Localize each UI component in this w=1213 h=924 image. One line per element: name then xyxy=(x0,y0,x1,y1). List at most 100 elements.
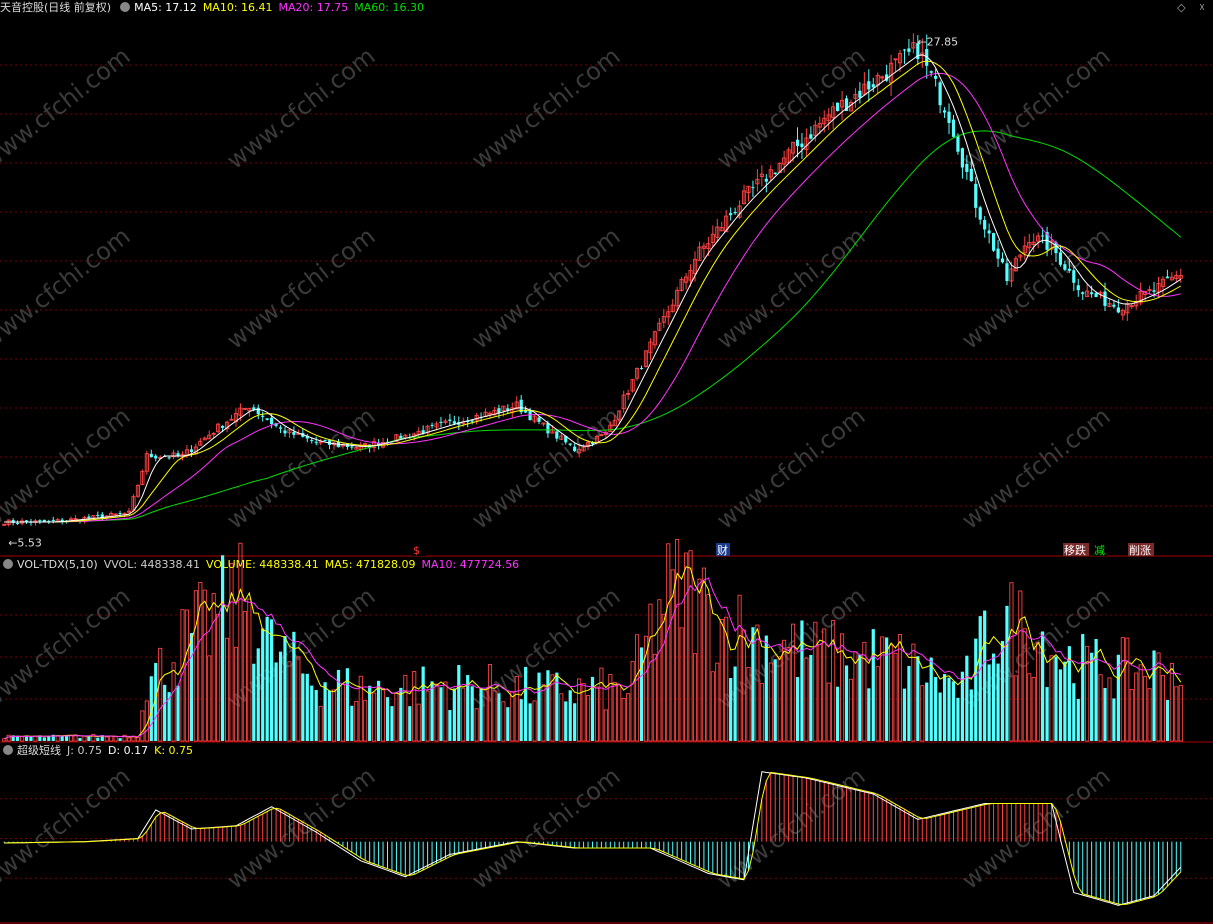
volume-value-label-0: VVOL: 448338.41 xyxy=(103,558,201,571)
watermark-text: www.cfchi.com xyxy=(466,582,625,715)
volume-bar xyxy=(942,674,947,741)
volume-bar xyxy=(893,652,898,742)
volume-bar xyxy=(1138,664,1143,742)
volume-settings-dot-icon[interactable] xyxy=(3,559,13,569)
candle-body xyxy=(118,513,122,515)
volume-bar xyxy=(126,737,132,742)
candle-body xyxy=(546,423,550,434)
volume-bar xyxy=(430,681,434,741)
volume-bar xyxy=(274,662,278,741)
volume-bar xyxy=(577,678,582,742)
volume-bar xyxy=(1005,605,1009,741)
candle-body xyxy=(947,111,951,123)
volume-bar xyxy=(532,700,537,742)
volume-bar xyxy=(176,685,180,741)
volume-bar xyxy=(461,687,466,742)
volume-bar xyxy=(804,657,809,742)
expand-diamond-icon[interactable]: ◇ xyxy=(1177,1,1185,14)
volume-bar xyxy=(421,666,425,741)
event-marker: 财 xyxy=(717,543,728,557)
volume-bar xyxy=(1063,661,1067,741)
volume-bar xyxy=(163,684,167,741)
volume-bar xyxy=(283,636,287,741)
volume-bar xyxy=(1000,640,1005,741)
volume-bar xyxy=(501,701,506,742)
candle-body xyxy=(1063,264,1067,270)
volume-bar xyxy=(109,735,114,742)
watermark-text: www.cfchi.com xyxy=(466,42,625,175)
watermark-text: www.cfchi.com xyxy=(466,762,625,895)
volume-bar xyxy=(688,550,693,742)
candle-body xyxy=(220,425,225,428)
volume-bar xyxy=(612,682,617,742)
volume-bar xyxy=(87,736,91,741)
candle-body xyxy=(978,207,982,220)
volume-bar xyxy=(24,736,29,741)
candle-body xyxy=(733,211,737,214)
volume-bar xyxy=(1125,637,1130,742)
volume-bar xyxy=(599,667,604,742)
volume-bar xyxy=(875,666,880,742)
candle-body xyxy=(568,443,572,445)
candle-body xyxy=(176,453,180,456)
volume-bar xyxy=(679,627,684,742)
volume-bar xyxy=(666,543,671,742)
volume-bar xyxy=(314,690,318,741)
candle-body xyxy=(1067,268,1071,271)
volume-bar xyxy=(1072,683,1076,741)
volume-value-label-3: MA10: 477724.56 xyxy=(421,558,520,571)
volume-bar xyxy=(278,651,283,741)
candle-body xyxy=(448,419,452,421)
volume-value-label-1: VOLUME: 448338.41 xyxy=(206,558,319,571)
volume-bar xyxy=(630,660,635,742)
candle-body xyxy=(524,410,528,413)
candle-body xyxy=(934,75,938,79)
volume-bar xyxy=(902,688,907,741)
volume-bar xyxy=(541,684,546,742)
candle-body xyxy=(956,135,960,152)
volume-bar xyxy=(380,688,386,742)
candlestick-group xyxy=(2,33,1183,527)
candle-body xyxy=(1076,285,1080,291)
volume-bar xyxy=(733,666,737,741)
volume-bar xyxy=(675,539,680,742)
watermark-text: www.cfchi.com xyxy=(956,402,1115,535)
volume-bar xyxy=(920,685,925,742)
stock-chart-canvas[interactable]: www.cfchi.com www.cfchi.com www.cfchi.com w… xyxy=(0,0,1213,924)
volume-bar xyxy=(759,683,764,742)
candle-body xyxy=(154,455,158,459)
volume-bar xyxy=(327,690,332,741)
volume-bar xyxy=(969,689,973,741)
candle-body xyxy=(800,143,804,148)
volume-bar xyxy=(113,735,118,742)
volume-bar xyxy=(403,674,408,742)
volume-bar xyxy=(987,664,991,741)
volume-bar xyxy=(603,709,608,742)
volume-bar xyxy=(439,687,443,741)
volume-indicator-title: VOL-TDX(5,10) xyxy=(17,558,98,571)
volume-bar xyxy=(573,703,577,741)
volume-bar xyxy=(1076,698,1080,741)
candle-body xyxy=(439,421,443,423)
candle-body xyxy=(573,446,577,452)
settings-dot-icon[interactable] xyxy=(120,2,131,12)
watermark-text: www.cfchi.com xyxy=(711,402,870,535)
volume-bar xyxy=(524,666,528,741)
indicator-settings-dot-icon[interactable] xyxy=(3,745,13,755)
candle-body xyxy=(867,81,871,90)
volume-bar xyxy=(6,734,11,742)
candle-body xyxy=(87,516,91,519)
volume-bar xyxy=(69,735,74,742)
volume-bar xyxy=(301,673,305,741)
candle-body xyxy=(497,408,501,413)
volume-bar xyxy=(925,682,929,741)
candle-body xyxy=(555,431,559,439)
volume-bar xyxy=(270,619,274,741)
close-icon[interactable]: ☓ xyxy=(1199,1,1205,14)
volume-bar xyxy=(568,690,572,741)
candle-body xyxy=(764,178,768,182)
volume-bar xyxy=(951,681,956,741)
window-controls: ◇ ☓ xyxy=(1177,0,1205,16)
volume-panel-header: VOL-TDX(5,10) VVOL: 448338.41 VOLUME: 4483… xyxy=(0,557,531,573)
candle-body xyxy=(836,102,840,112)
